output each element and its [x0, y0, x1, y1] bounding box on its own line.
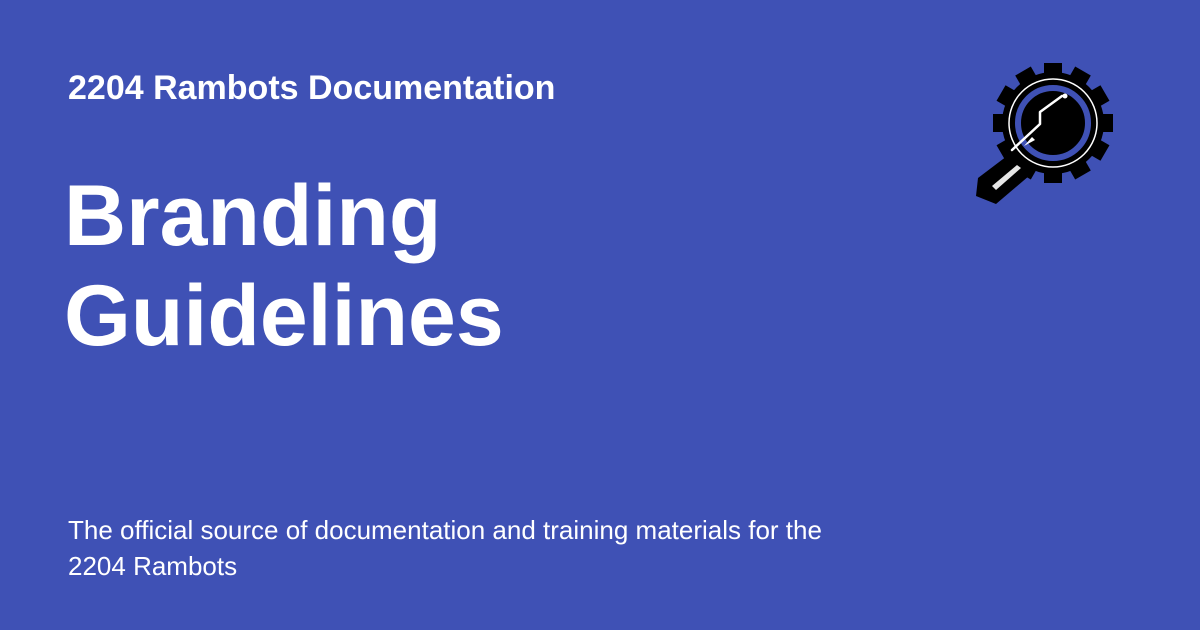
page-description-line-2: 2204 Rambots	[68, 551, 238, 581]
rambots-gear-logo-icon	[966, 58, 1122, 208]
page-title-line-1: Branding	[64, 168, 442, 264]
page-title-line-2: Guidelines	[64, 268, 504, 364]
page-title: Branding Guidelines	[64, 166, 824, 366]
page-description-line-1: The official source of documentation and…	[68, 515, 822, 545]
page-description: The official source of documentation and…	[68, 512, 948, 584]
site-name: 2204 Rambots Documentation	[68, 69, 556, 107]
